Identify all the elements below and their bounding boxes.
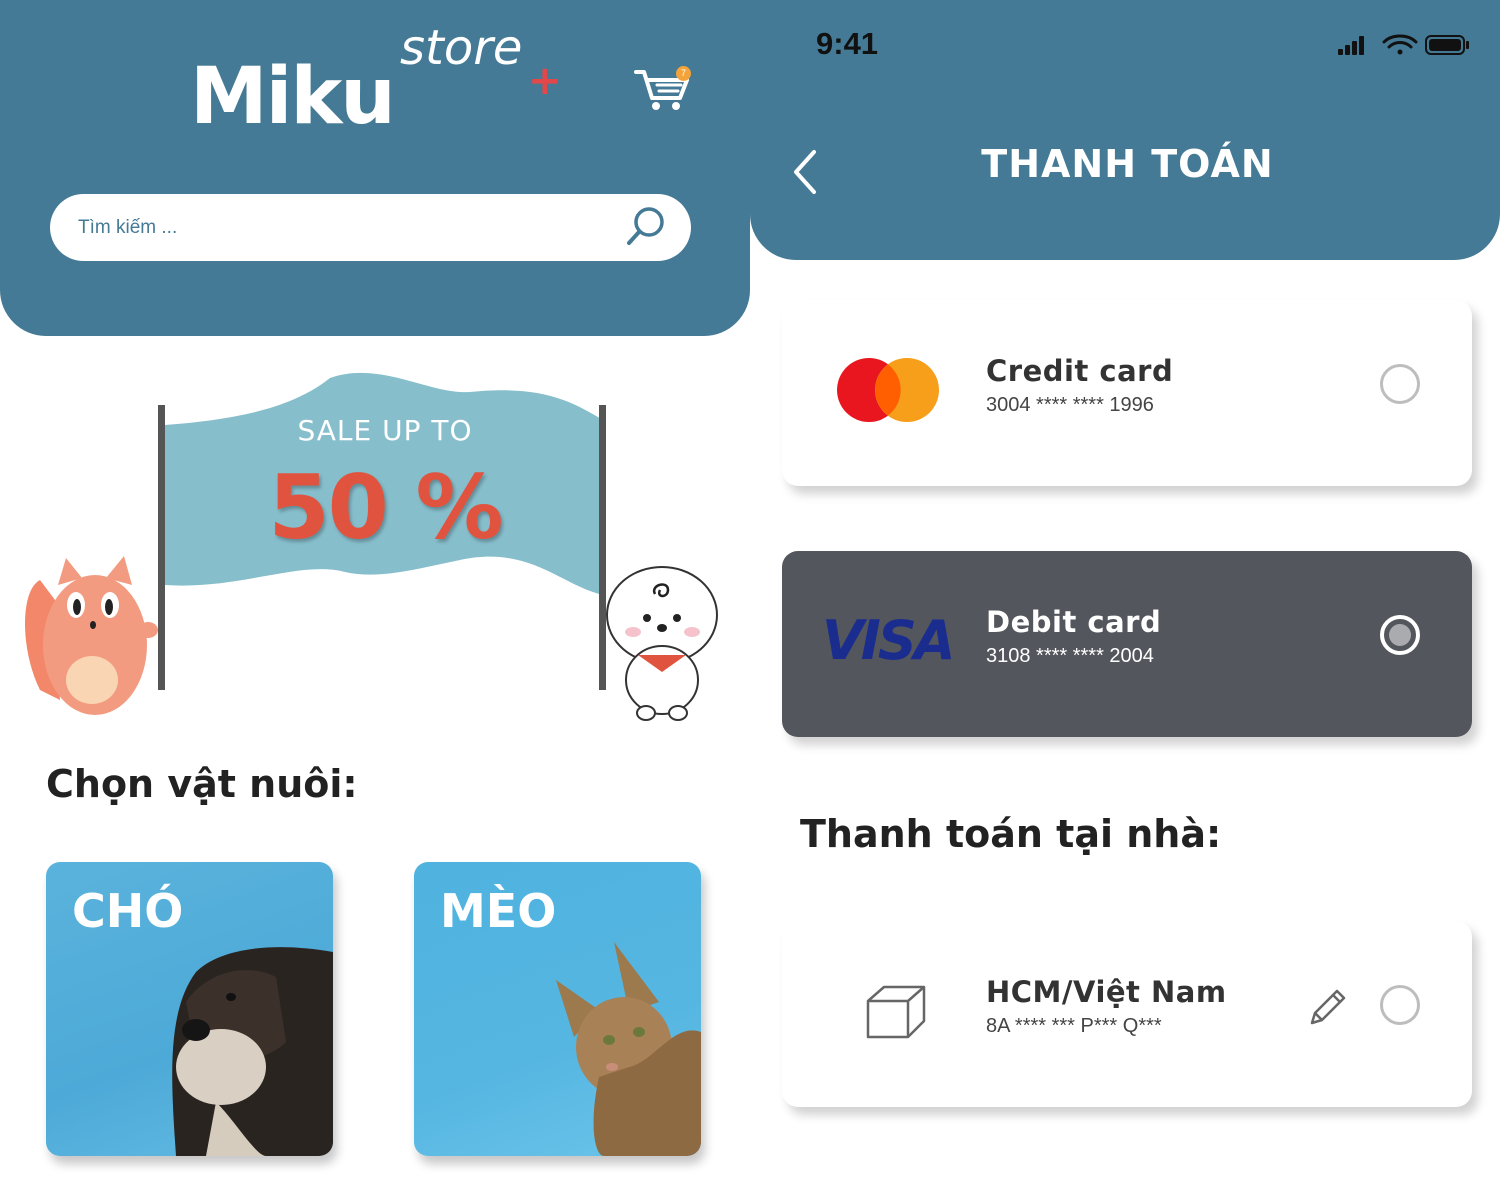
card-number: 3108 **** **** 2004 — [986, 645, 1154, 667]
wifi-icon — [1382, 34, 1418, 55]
mastercard-logo-icon — [837, 358, 939, 422]
bear-mascot — [606, 566, 718, 721]
pet-label-cat: MÈO — [440, 884, 557, 938]
card-title: Credit card — [986, 354, 1174, 388]
signal-icon — [1338, 36, 1364, 55]
back-chevron-icon[interactable] — [788, 146, 822, 198]
search-icon[interactable] — [624, 204, 668, 248]
battery-icon — [1425, 35, 1469, 55]
cart-count-badge: 7 — [676, 66, 691, 81]
radio-credit-card[interactable] — [1380, 364, 1420, 404]
pet-label-dog: CHÓ — [72, 884, 184, 938]
banner-pole-right — [599, 405, 606, 690]
banner-discount-value: 50 % — [268, 456, 503, 559]
logo-plus-mark: + — [528, 58, 562, 104]
banner-pole-left — [158, 405, 165, 690]
search-bar — [50, 194, 691, 261]
visa-logo-icon: VISA — [822, 609, 956, 672]
address-title: HCM/Việt Nam — [986, 975, 1227, 1009]
store-home-screen: Miku store + 7 Tìm kiếm ... SALE UP TO 5… — [0, 0, 750, 1198]
package-box-icon — [866, 985, 926, 1039]
card-title: Debit card — [986, 605, 1162, 639]
payment-option-home[interactable]: HCM/Việt Nam 8A **** *** P*** Q*** — [782, 921, 1472, 1107]
address-detail: 8A **** *** P*** Q*** — [986, 1015, 1162, 1037]
page-title: THANH TOÁN — [981, 142, 1274, 186]
edit-pencil-icon[interactable] — [1306, 985, 1350, 1029]
search-input[interactable] — [78, 194, 618, 261]
section-title-pets: Chọn vật nuôi: — [46, 762, 358, 806]
section-title-home-payment: Thanh toán tại nhà: — [800, 812, 1222, 856]
logo-store-text: store — [400, 20, 523, 76]
payment-screen: 9:41 THANH TOÁN Credit card 3004 **** **… — [750, 0, 1500, 1198]
radio-home-payment[interactable] — [1380, 985, 1420, 1025]
payment-option-credit-card[interactable]: Credit card 3004 **** **** 1996 — [782, 300, 1472, 486]
payment-option-debit-card[interactable]: VISA Debit card 3108 **** **** 2004 — [782, 551, 1472, 737]
radio-debit-card[interactable] — [1380, 615, 1420, 655]
cat-mascot — [25, 556, 158, 715]
banner-sale-label: SALE UP TO — [297, 414, 473, 447]
store-header — [0, 0, 750, 336]
card-number: 3004 **** **** 1996 — [986, 394, 1154, 416]
status-bar-time: 9:41 — [816, 26, 879, 61]
status-bar-icons — [1338, 34, 1469, 55]
pet-card-cat[interactable]: MÈO — [414, 862, 701, 1156]
logo-wordmark: Miku — [190, 52, 396, 142]
pet-card-dog[interactable]: CHÓ — [46, 862, 333, 1156]
